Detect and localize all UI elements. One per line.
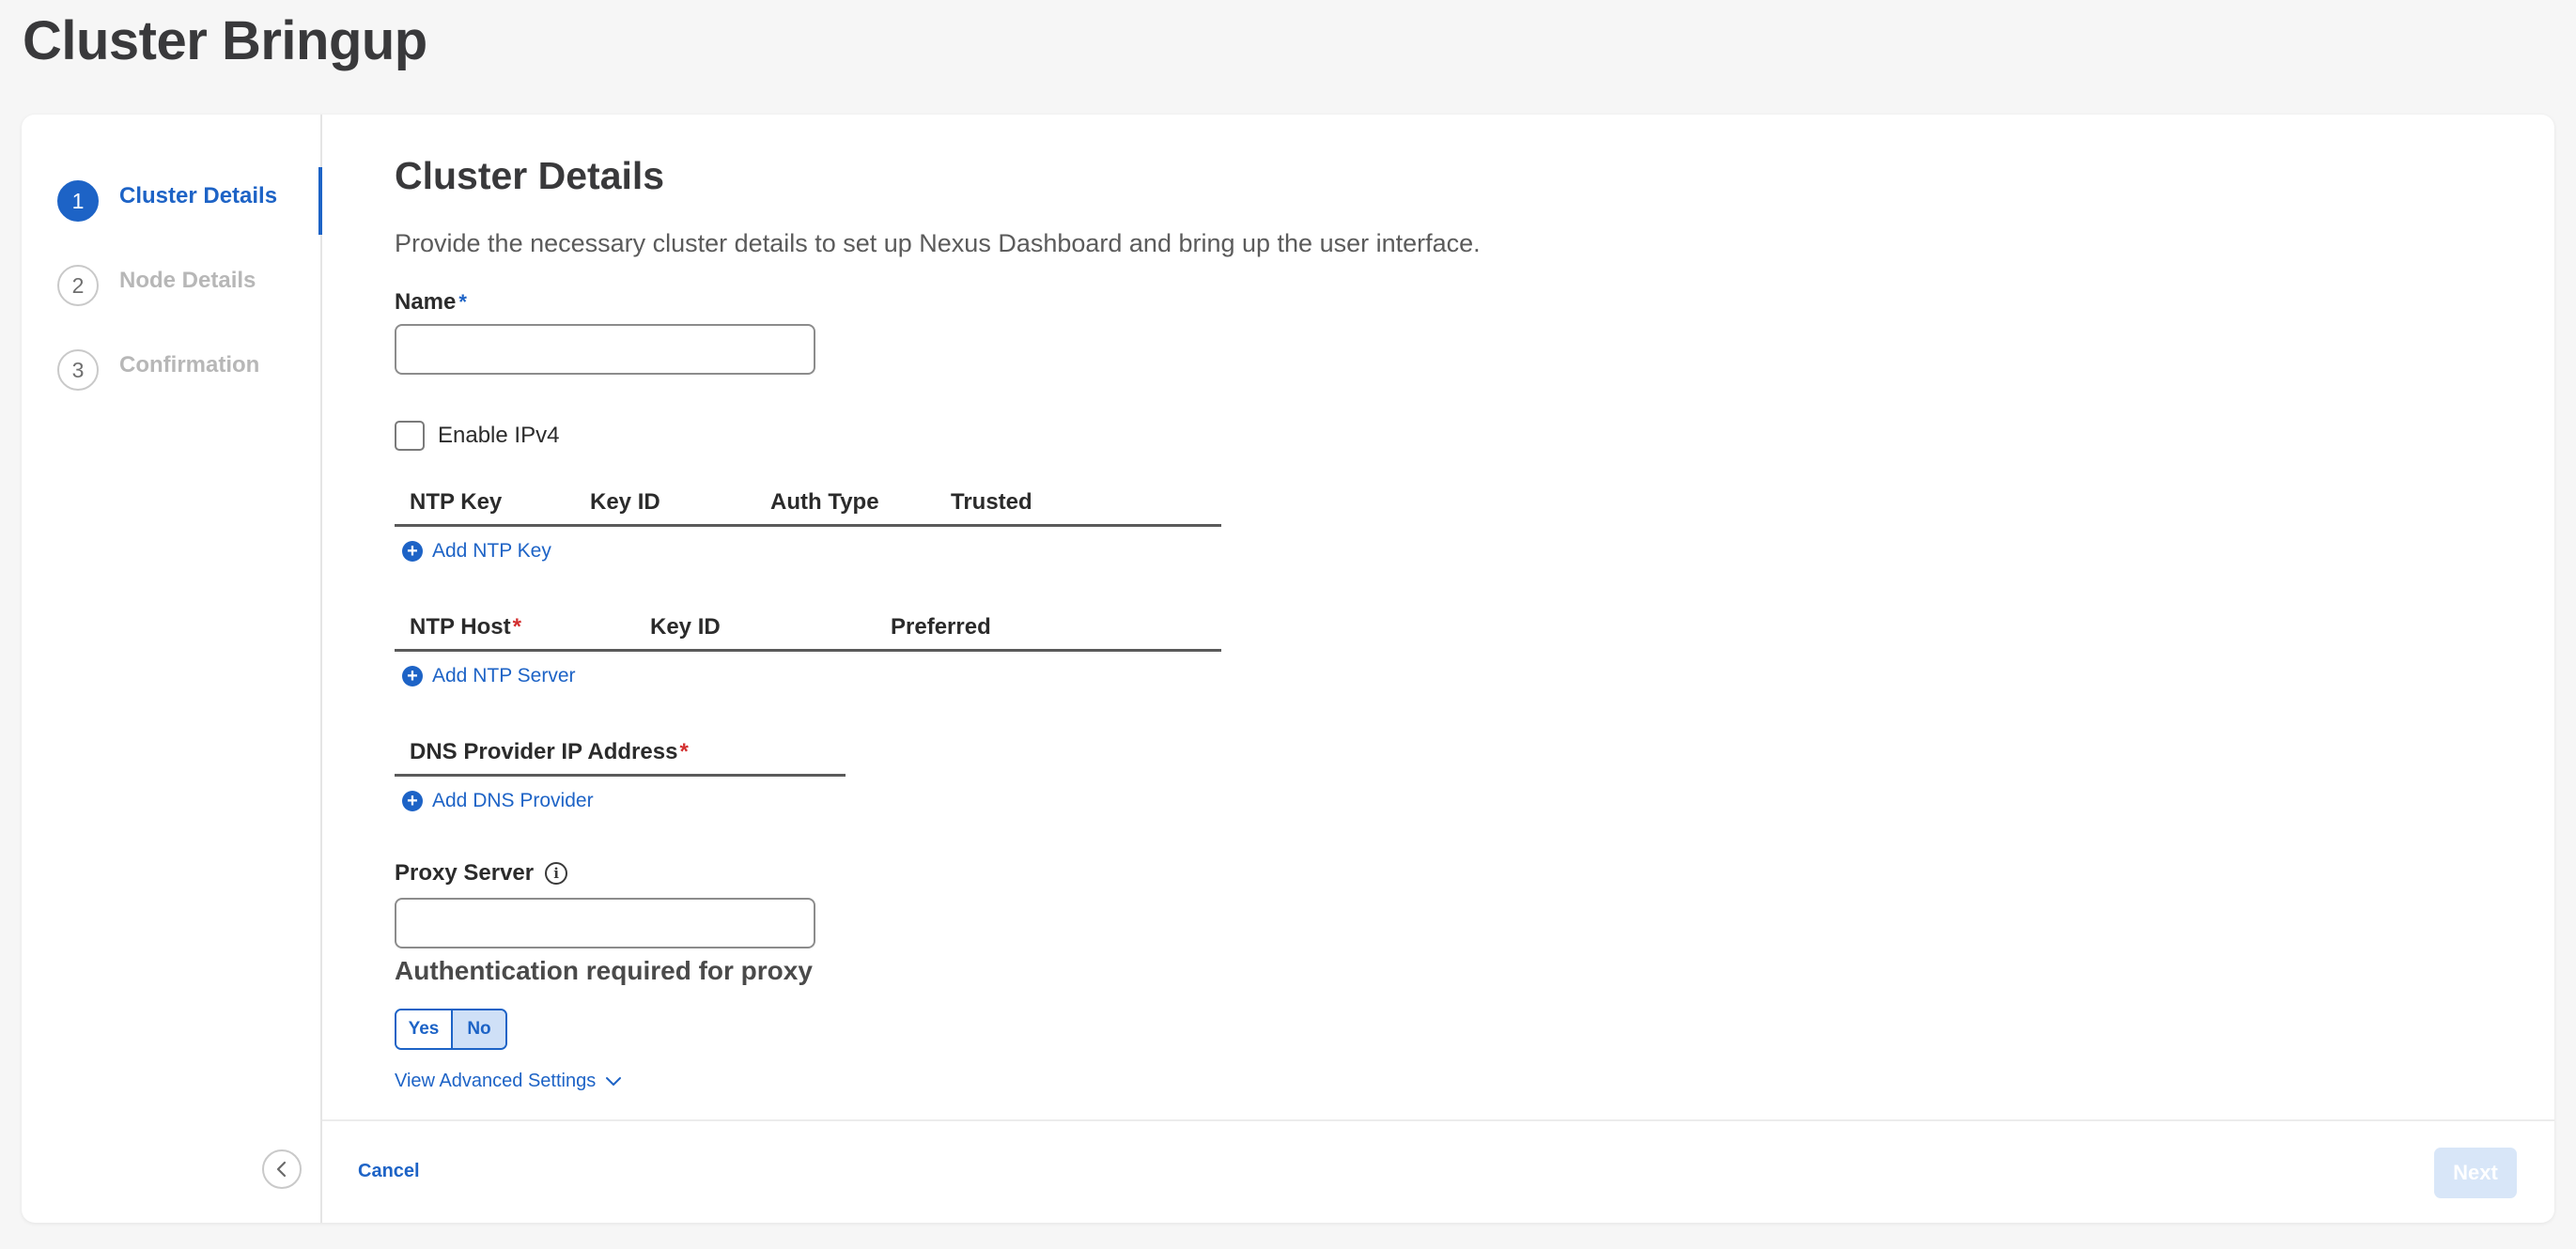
chevron-down-icon bbox=[606, 1076, 622, 1086]
wizard-steps-sidebar: 1 Cluster Details 2 Node Details 3 Confi… bbox=[22, 115, 322, 1223]
step-node-details[interactable]: 2 Node Details bbox=[57, 262, 322, 309]
required-marker: * bbox=[512, 614, 521, 640]
proxy-server-input[interactable] bbox=[395, 898, 815, 948]
add-ntp-server-label: Add NTP Server bbox=[432, 665, 576, 686]
advanced-settings-label: View Advanced Settings bbox=[395, 1071, 597, 1091]
step-cluster-details[interactable]: 1 Cluster Details bbox=[57, 177, 322, 224]
name-input[interactable] bbox=[395, 324, 815, 375]
auth-required-title: Authentication required for proxy bbox=[395, 956, 813, 985]
add-ntp-key-link[interactable]: + Add NTP Key bbox=[402, 540, 551, 563]
column-header-text: NTP Host bbox=[410, 614, 511, 640]
wizard-footer: Cancel Next bbox=[322, 1119, 2554, 1223]
column-header: Auth Type bbox=[770, 489, 879, 515]
cancel-button[interactable]: Cancel bbox=[358, 1161, 420, 1182]
column-header: NTP Key bbox=[410, 489, 503, 515]
plus-circle-icon: + bbox=[402, 791, 423, 811]
dns-provider-table-header: DNS Provider IP Address* bbox=[395, 739, 846, 777]
name-label: Name * bbox=[395, 289, 467, 316]
ntp-host-table-header: NTP Host* Key ID Preferred bbox=[395, 614, 1221, 652]
enable-ipv4-label: Enable IPv4 bbox=[438, 423, 560, 448]
section-title: Cluster Details bbox=[395, 154, 665, 197]
step-number: 3 bbox=[57, 349, 99, 391]
name-label-text: Name bbox=[395, 289, 457, 315]
chevron-left-icon bbox=[276, 1161, 287, 1178]
auth-required-toggle: Yes No bbox=[395, 1009, 507, 1050]
step-number: 1 bbox=[57, 180, 99, 222]
column-header: Key ID bbox=[650, 614, 721, 640]
page-title: Cluster Bringup bbox=[23, 10, 427, 71]
step-label: Confirmation bbox=[119, 352, 260, 378]
add-dns-provider-link[interactable]: + Add DNS Provider bbox=[402, 790, 594, 812]
plus-circle-icon: + bbox=[402, 666, 423, 686]
add-ntp-key-label: Add NTP Key bbox=[432, 540, 551, 562]
collapse-sidebar-button[interactable] bbox=[262, 1149, 302, 1189]
enable-ipv4-row[interactable]: Enable IPv4 bbox=[395, 421, 559, 451]
column-header: NTP Host* bbox=[410, 614, 521, 640]
column-header: DNS Provider IP Address* bbox=[410, 739, 689, 765]
column-header: Trusted bbox=[951, 489, 1032, 515]
column-header: Preferred bbox=[891, 614, 991, 640]
required-marker: * bbox=[458, 290, 467, 314]
auth-yes-button[interactable]: Yes bbox=[396, 1010, 451, 1048]
wizard-card: 1 Cluster Details 2 Node Details 3 Confi… bbox=[22, 115, 2554, 1223]
step-number: 2 bbox=[57, 265, 99, 306]
view-advanced-settings-link[interactable]: View Advanced Settings bbox=[395, 1071, 622, 1092]
section-description: Provide the necessary cluster details to… bbox=[395, 229, 1481, 257]
proxy-server-label: Proxy Server i bbox=[395, 860, 568, 887]
ntp-key-table-header: NTP Key Key ID Auth Type Trusted bbox=[395, 489, 1221, 527]
column-header: Key ID bbox=[590, 489, 660, 515]
info-icon[interactable]: i bbox=[545, 862, 568, 885]
plus-circle-icon: + bbox=[402, 541, 423, 562]
add-ntp-server-link[interactable]: + Add NTP Server bbox=[402, 665, 576, 687]
add-dns-provider-label: Add DNS Provider bbox=[432, 790, 594, 811]
column-header-text: DNS Provider IP Address bbox=[410, 739, 678, 764]
proxy-server-label-text: Proxy Server bbox=[395, 860, 535, 886]
auth-no-button[interactable]: No bbox=[451, 1010, 505, 1048]
next-button[interactable]: Next bbox=[2434, 1148, 2517, 1198]
step-label: Node Details bbox=[119, 268, 256, 293]
cluster-details-form: Cluster Details Provide the necessary cl… bbox=[322, 115, 2554, 1119]
enable-ipv4-checkbox[interactable] bbox=[395, 421, 425, 451]
required-marker: * bbox=[679, 739, 689, 764]
step-confirmation[interactable]: 3 Confirmation bbox=[57, 347, 322, 393]
step-label: Cluster Details bbox=[119, 183, 278, 208]
